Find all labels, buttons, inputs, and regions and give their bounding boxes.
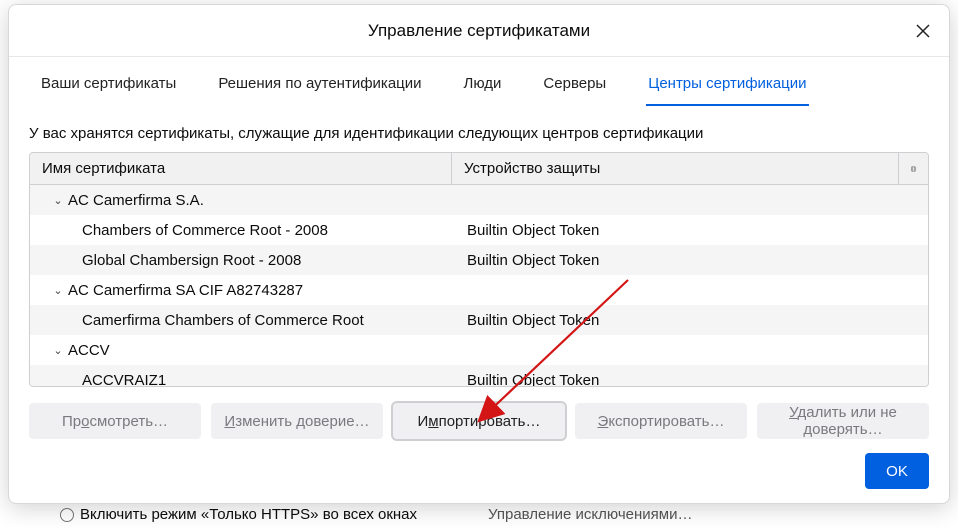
tree-device: Builtin Object Token bbox=[452, 372, 928, 387]
tree-group[interactable]: ⌄ AC Camerfirma S.A. bbox=[30, 185, 928, 215]
tree-device: Builtin Object Token bbox=[452, 222, 928, 239]
dialog-header: Управление сертификатами bbox=[9, 5, 949, 57]
chevron-down-icon: ⌄ bbox=[52, 194, 64, 207]
underlying-page: Включить режим «Только HTTPS» во всех ок… bbox=[0, 500, 958, 528]
view-button[interactable]: Просмотреть… bbox=[29, 403, 201, 439]
export-button[interactable]: Экспортировать… bbox=[575, 403, 747, 439]
tree-cert[interactable]: ACCVRAIZ1 Builtin Object Token bbox=[30, 365, 928, 386]
tab-bar: Ваши сертификаты Решения по аутентификац… bbox=[9, 63, 949, 107]
tree-label: ACCV bbox=[68, 342, 110, 359]
tree-label: AC Camerfirma S.A. bbox=[68, 192, 204, 209]
certificate-manager-dialog: Управление сертификатами Ваши сертификат… bbox=[8, 4, 950, 504]
tab-your-certs[interactable]: Ваши сертификаты bbox=[39, 65, 178, 106]
tree-body[interactable]: ⌄ AC Camerfirma S.A. Chambers of Commerce… bbox=[30, 185, 928, 386]
chevron-down-icon: ⌄ bbox=[52, 284, 64, 297]
tree-label: Camerfirma Chambers of Commerce Root bbox=[82, 312, 364, 329]
tab-authorities[interactable]: Центры сертификации bbox=[646, 65, 808, 106]
tree-group[interactable]: ⌄ ACCV bbox=[30, 335, 928, 365]
close-button[interactable] bbox=[907, 15, 939, 47]
close-icon bbox=[915, 23, 931, 39]
https-mode-radio-input[interactable] bbox=[60, 508, 74, 522]
chevron-down-icon: ⌄ bbox=[52, 344, 64, 357]
tree-label: ACCVRAIZ1 bbox=[82, 372, 166, 387]
tree-cert[interactable]: Global Chambersign Root - 2008 Builtin O… bbox=[30, 245, 928, 275]
column-picker[interactable] bbox=[898, 153, 928, 184]
https-mode-radio-label: Включить режим «Только HTTPS» во всех ок… bbox=[80, 506, 417, 523]
action-button-row: Просмотреть… Изменить доверие… Импортиро… bbox=[9, 393, 949, 443]
tab-auth-decisions[interactable]: Решения по аутентификации bbox=[216, 65, 423, 106]
edit-trust-button[interactable]: Изменить доверие… bbox=[211, 403, 383, 439]
col-name[interactable]: Имя сертификата bbox=[30, 153, 452, 184]
manage-exceptions-link[interactable]: Управление исключениями… bbox=[488, 506, 692, 523]
tab-people[interactable]: Люди bbox=[462, 65, 504, 106]
tree-label: Chambers of Commerce Root - 2008 bbox=[82, 222, 328, 239]
https-mode-radio[interactable]: Включить режим «Только HTTPS» во всех ок… bbox=[60, 506, 417, 523]
dialog-title: Управление сертификатами bbox=[368, 21, 590, 41]
dialog-footer: OK bbox=[9, 443, 949, 503]
column-picker-icon bbox=[911, 162, 916, 176]
tree-label: AC Camerfirma SA CIF A82743287 bbox=[68, 282, 303, 299]
cert-tree: Имя сертификата Устройство защиты ⌄ AC Ca… bbox=[29, 152, 929, 387]
delete-distrust-button[interactable]: Удалить или не доверять… bbox=[757, 403, 929, 439]
description-text: У вас хранятся сертификаты, служащие для… bbox=[9, 107, 949, 152]
tree-cert[interactable]: Camerfirma Chambers of Commerce Root Bui… bbox=[30, 305, 928, 335]
tree-device: Builtin Object Token bbox=[452, 252, 928, 269]
col-device[interactable]: Устройство защиты bbox=[452, 153, 898, 184]
tree-label: Global Chambersign Root - 2008 bbox=[82, 252, 301, 269]
ok-button[interactable]: OK bbox=[865, 453, 929, 489]
tab-servers[interactable]: Серверы bbox=[541, 65, 608, 106]
tree-header: Имя сертификата Устройство защиты bbox=[30, 153, 928, 185]
import-button[interactable]: Импортировать… bbox=[393, 403, 565, 439]
tree-group[interactable]: ⌄ AC Camerfirma SA CIF A82743287 bbox=[30, 275, 928, 305]
tree-cert[interactable]: Chambers of Commerce Root - 2008 Builtin… bbox=[30, 215, 928, 245]
tree-device: Builtin Object Token bbox=[452, 312, 928, 329]
